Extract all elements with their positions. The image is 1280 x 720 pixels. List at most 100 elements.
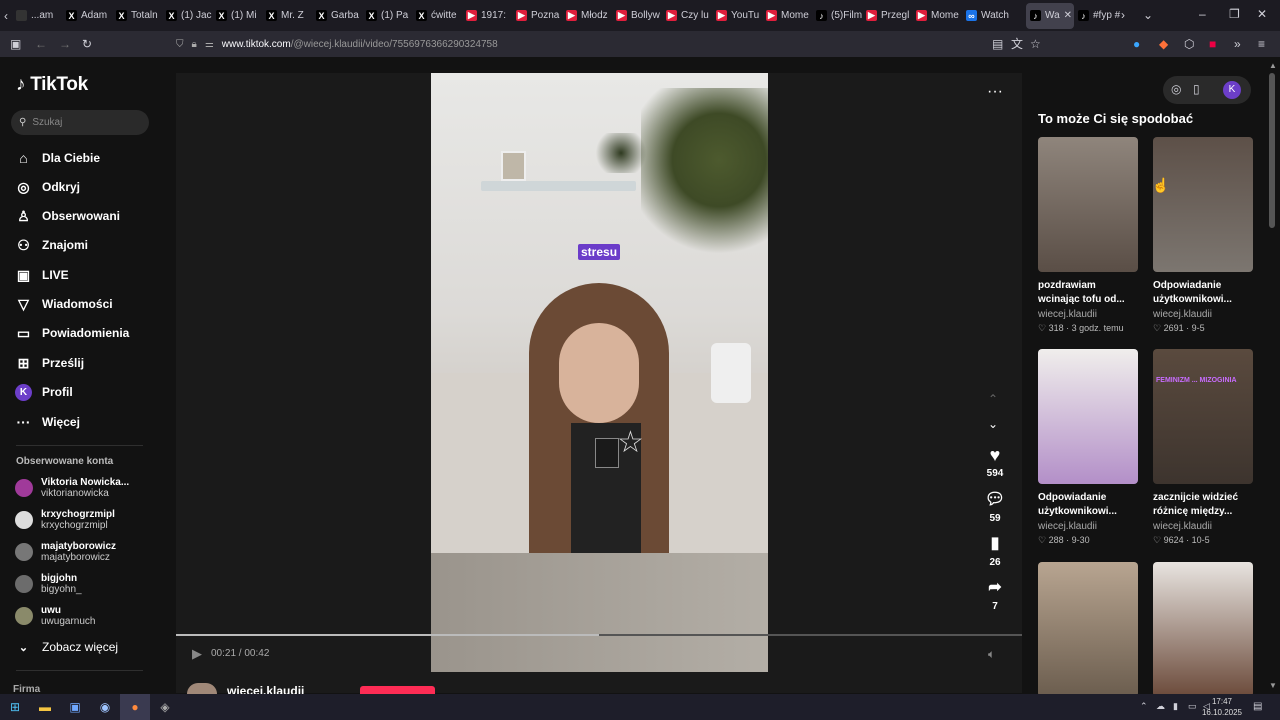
recommended-video-card[interactable]: FEMINIZM ... MIZOGINIA zacznijcie widzieć…: [1153, 349, 1253, 546]
extension-icon[interactable]: ●: [1133, 38, 1140, 50]
followed-account[interactable]: krxychogrzmipl krxychogrzmipl: [15, 509, 115, 531]
browser-tab[interactable]: ♪ #fyp #: [1074, 3, 1124, 29]
sidebar-item-wiadomości[interactable]: ▽ Wiadomości: [15, 294, 112, 314]
like-button[interactable]: ♥ 594: [983, 445, 1007, 479]
system-clock[interactable]: 17:47 16.10.2025: [1202, 696, 1242, 718]
video-thumbnail[interactable]: [1038, 137, 1138, 272]
sidebar-item-dla-ciebie[interactable]: ⌂ Dla Ciebie: [15, 148, 100, 168]
reader-view-icon[interactable]: ▤: [992, 38, 1003, 50]
browser-tab[interactable]: ...am: [12, 3, 62, 29]
sidebar-item-obserwowani[interactable]: ♙ Obserwowani: [15, 206, 120, 226]
permissions-icon[interactable]: ⚌: [205, 39, 214, 50]
sidebar-item-live[interactable]: ▣ LIVE: [15, 265, 69, 285]
followed-account[interactable]: majatyborowicz majatyborowicz: [15, 541, 116, 563]
translate-icon[interactable]: 文: [1011, 38, 1023, 50]
start-icon[interactable]: ⊞: [0, 694, 30, 720]
reload-icon[interactable]: ↻: [82, 38, 92, 50]
play-icon[interactable]: ▶: [192, 647, 202, 660]
extension-icon-2[interactable]: ◆: [1159, 38, 1168, 50]
scroll-down-icon[interactable]: ▼: [1269, 682, 1277, 690]
card-author[interactable]: wiecej.klaudii: [1038, 521, 1138, 532]
recommended-video-card[interactable]: pozdrawiam wcinając tofu od... wiecej.klau…: [1038, 137, 1138, 334]
bookmark-star-icon[interactable]: ☆: [1030, 38, 1041, 50]
extensions-icon[interactable]: ⬡: [1184, 38, 1194, 50]
browser-tab[interactable]: X Adam: [62, 3, 112, 29]
card-author[interactable]: wiecej.klaudii: [1153, 521, 1253, 532]
browser-tab[interactable]: ▶ Mome: [912, 3, 962, 29]
tab-list-icon[interactable]: ⌄: [1143, 9, 1153, 21]
notifications-icon[interactable]: ▤: [1253, 702, 1262, 712]
browser-tab[interactable]: ∞ Watch: [962, 3, 1026, 29]
extension-icon-3[interactable]: ■: [1209, 38, 1216, 50]
steam-icon[interactable]: ◉: [90, 694, 120, 720]
browser-tab[interactable]: X Garba: [312, 3, 362, 29]
video-thumbnail[interactable]: [1153, 562, 1253, 697]
video-thumbnail[interactable]: [1153, 137, 1253, 272]
browser-tab[interactable]: X (1) Pa: [362, 3, 412, 29]
cloud-icon[interactable]: ☁: [1156, 702, 1165, 711]
tiktok-logo[interactable]: ♪ TikTok: [16, 74, 88, 96]
sidebar-item-profil[interactable]: K Profil: [15, 382, 73, 402]
video-frame[interactable]: ☆: [431, 73, 768, 672]
browser-tab[interactable]: X Totaln: [112, 3, 162, 29]
address-bar[interactable]: ⛉ 🔒︎ ⚌ www.tiktok.com/@wiecej.klaudii/vi…: [176, 34, 1048, 54]
recommended-video-card[interactable]: [1153, 562, 1253, 697]
network-icon[interactable]: ▭: [1188, 702, 1197, 711]
author-avatar[interactable]: [187, 683, 217, 694]
browser-tab[interactable]: ▶ Pozna: [512, 3, 562, 29]
sidebar-item-powiadomienia[interactable]: ▭ Powiadomienia: [15, 323, 129, 343]
previous-video-icon[interactable]: ⌃: [988, 393, 998, 405]
browser-tab[interactable]: ▶ Mome: [762, 3, 812, 29]
followed-account[interactable]: Viktoria Nowicka... viktorianowicka: [15, 477, 129, 499]
browser-tab[interactable]: ▶ Przegl: [862, 3, 912, 29]
scroll-up-icon[interactable]: ▲: [1269, 62, 1277, 70]
recommended-video-card[interactable]: [1038, 562, 1138, 697]
overflow-icon[interactable]: »: [1234, 38, 1241, 50]
shield-icon[interactable]: ⛉: [176, 39, 184, 50]
browser-tab[interactable]: ▶ Bollyw: [612, 3, 662, 29]
browser-tab[interactable]: ▶ Młodz: [562, 3, 612, 29]
browser-tab[interactable]: ▶ YouTu: [712, 3, 762, 29]
menu-icon[interactable]: ≡: [1258, 38, 1265, 50]
user-avatar[interactable]: K: [1223, 81, 1241, 99]
sidebar-item-prześlij[interactable]: ⊞ Prześlij: [15, 353, 84, 373]
comment-button[interactable]: 💬︎ 59: [983, 489, 1007, 524]
next-video-icon[interactable]: ⌄: [988, 418, 998, 430]
followed-account[interactable]: bigjohn bigyohn_: [15, 573, 82, 595]
minimize-icon[interactable]: –: [1199, 8, 1206, 20]
back-icon[interactable]: ←: [35, 38, 47, 50]
video-thumbnail[interactable]: [1038, 562, 1138, 697]
tray-chevron-icon[interactable]: ⌃: [1140, 702, 1148, 711]
tab-scroll-right-icon[interactable]: ›: [1121, 9, 1125, 21]
more-options-icon[interactable]: ···: [987, 84, 1003, 100]
video-progress-bar[interactable]: [176, 634, 1022, 636]
recommended-video-card[interactable]: Odpowiadanie użytkownikowi... wiecej.klaud…: [1153, 137, 1253, 334]
close-tab-icon[interactable]: ✕: [1064, 10, 1072, 21]
share-button[interactable]: ➦ 7: [983, 577, 1007, 612]
card-author[interactable]: wiecej.klaudii: [1153, 309, 1253, 320]
browser-tab[interactable]: X (1) Jac: [162, 3, 212, 29]
followed-account[interactable]: uwu uwugarnuch: [15, 605, 95, 627]
recommended-video-card[interactable]: Odpowiadanie użytkownikowi... wiecej.klaud…: [1038, 349, 1138, 546]
search-input[interactable]: ⚲ Szukaj: [11, 110, 149, 135]
browser-tab[interactable]: ▶ Czy lu: [662, 3, 712, 29]
video-thumbnail[interactable]: FEMINIZM ... MIZOGINIA: [1153, 349, 1253, 484]
tray-icon[interactable]: ▮: [1173, 702, 1178, 711]
sidebar-item-znajomi[interactable]: ⚇ Znajomi: [15, 235, 88, 255]
restore-icon[interactable]: ❐: [1229, 8, 1240, 20]
sidebar-item-więcej[interactable]: ··· Więcej: [15, 412, 80, 432]
browser-tab[interactable]: X (1) Mi: [212, 3, 262, 29]
close-window-icon[interactable]: ✕: [1257, 8, 1267, 20]
video-thumbnail[interactable]: [1038, 349, 1138, 484]
app-icon-2[interactable]: ◈: [150, 694, 180, 720]
browser-tab[interactable]: ▶ 1917:: [462, 3, 512, 29]
firefox-icon[interactable]: ●: [120, 694, 150, 720]
page-scrollbar[interactable]: [1269, 73, 1275, 228]
file-explorer-icon[interactable]: ▬: [30, 694, 60, 720]
sidebar-toggle-icon[interactable]: ▣: [10, 38, 21, 50]
card-author[interactable]: wiecej.klaudii: [1038, 309, 1138, 320]
phone-icon[interactable]: ▯: [1193, 83, 1200, 95]
browser-tab[interactable]: ♪ Wa ✕: [1026, 2, 1074, 29]
volume-icon[interactable]: 🔈︎: [988, 648, 995, 660]
browser-tab[interactable]: ♪ (5)Film: [812, 3, 862, 29]
